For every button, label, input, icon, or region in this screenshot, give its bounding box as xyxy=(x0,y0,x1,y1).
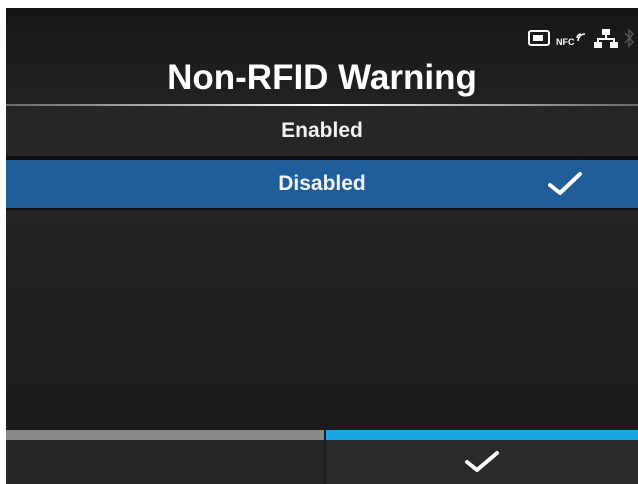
footer xyxy=(6,430,638,484)
checkmark-icon xyxy=(548,172,582,195)
memory-card-icon xyxy=(528,30,550,46)
header: NFC Non-RFID Warning xyxy=(6,8,638,104)
list-empty-area xyxy=(6,210,638,430)
network-icon xyxy=(594,29,618,48)
option-disabled[interactable]: Disabled xyxy=(6,158,638,210)
nfc-icon: NFC xyxy=(556,33,586,47)
option-label: Disabled xyxy=(278,172,366,195)
checkmark-icon xyxy=(465,451,499,472)
confirm-button[interactable] xyxy=(326,430,638,484)
option-list: Enabled Disabled xyxy=(6,106,638,210)
nfc-icon-text: NFC xyxy=(556,37,575,47)
status-bar: NFC xyxy=(528,26,634,50)
page-title: Non-RFID Warning xyxy=(167,58,477,97)
option-label: Enabled xyxy=(281,119,363,142)
option-enabled[interactable]: Enabled xyxy=(6,106,638,158)
bluetooth-icon xyxy=(624,28,634,48)
back-button[interactable] xyxy=(6,430,324,484)
printer-display: NFC Non-RFID Warning Enabled Disabled xyxy=(6,8,638,484)
